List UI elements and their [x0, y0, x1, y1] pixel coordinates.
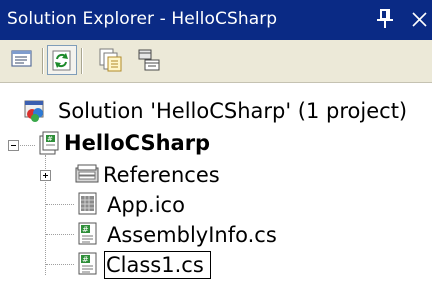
svg-text:#: # — [82, 255, 89, 264]
refresh-icon — [52, 50, 71, 71]
svg-text:#: # — [47, 135, 53, 143]
tree-item-solution[interactable]: Solution 'HelloCSharp' (1 project) — [0, 96, 432, 126]
close-icon[interactable] — [410, 8, 430, 30]
tree-item-app-ico[interactable]: App.ico — [0, 190, 432, 220]
svg-text:#: # — [82, 225, 89, 234]
properties-icon — [11, 50, 32, 67]
toolbar-separator — [81, 48, 83, 74]
cs-file-icon: # — [77, 252, 99, 280]
window-title: Solution Explorer - HelloCSharp — [7, 9, 278, 29]
refresh-button[interactable] — [47, 45, 77, 75]
solution-explorer-window: Solution Explorer - HelloCSharp Solution… — [0, 0, 432, 295]
tree-item-project[interactable]: # HelloCSharp — [0, 128, 432, 158]
tree-item-label: Solution 'HelloCSharp' (1 project) — [58, 99, 408, 123]
solution-tree: Solution 'HelloCSharp' (1 project) # Hel… — [0, 83, 432, 295]
tree-item-label: App.ico — [107, 193, 185, 217]
tree-item-label: HelloCSharp — [64, 131, 211, 155]
toolbar — [0, 40, 432, 83]
references-icon — [74, 162, 100, 190]
ico-file-icon — [77, 192, 99, 220]
title-bar[interactable]: Solution Explorer - HelloCSharp — [0, 0, 432, 40]
view-class-diagram-icon — [138, 49, 160, 71]
view-class-diagram-button[interactable] — [134, 45, 164, 75]
tree-item-assemblyinfo[interactable]: # AssemblyInfo.cs — [0, 220, 432, 250]
tree-item-label: References — [103, 163, 220, 187]
csharp-project-icon: # — [37, 130, 61, 160]
properties-button[interactable] — [8, 45, 38, 75]
solution-icon — [23, 99, 47, 127]
rename-input[interactable]: Class1.cs — [104, 251, 211, 279]
cs-file-icon: # — [77, 222, 99, 250]
toolbar-separator — [42, 48, 44, 74]
tree-item-references[interactable]: References — [0, 160, 432, 190]
tree-item-label: AssemblyInfo.cs — [107, 223, 277, 247]
show-all-files-button[interactable] — [96, 45, 126, 75]
pin-icon[interactable] — [376, 9, 394, 29]
show-all-files-icon — [99, 48, 122, 72]
tree-item-class1[interactable]: # Class1.cs — [0, 250, 432, 280]
